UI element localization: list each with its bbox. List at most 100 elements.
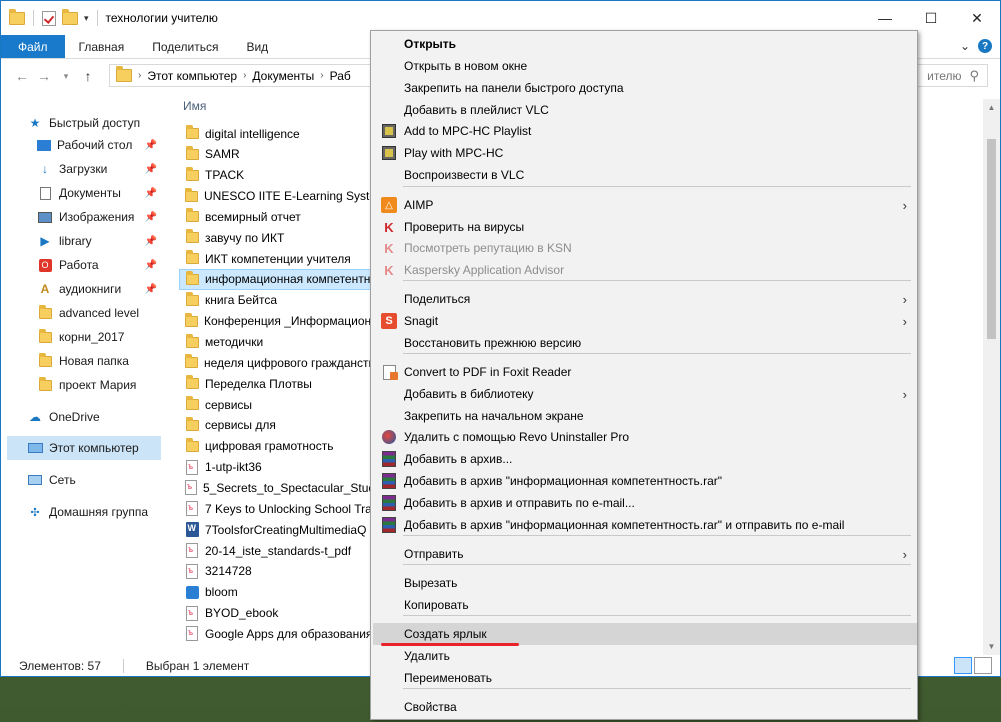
file-row[interactable]: методички <box>179 332 379 353</box>
breadcrumb-this-pc[interactable]: Этот компьютер <box>147 69 237 83</box>
up-icon[interactable]: ↑ <box>77 68 99 84</box>
file-row[interactable]: завучу по ИКТ <box>179 227 379 248</box>
file-row[interactable]: BYOD_ebook <box>179 603 379 624</box>
menu-item-11[interactable]: Поделиться › <box>373 288 917 310</box>
menu-item-5[interactable]: Play with MPC-HC <box>373 142 917 164</box>
breadcrumb-work[interactable]: Раб <box>330 69 351 83</box>
pin-icon[interactable]: 📌 <box>145 284 157 295</box>
expand-ribbon-icon[interactable]: ⌄ <box>960 39 970 53</box>
sidebar-item-downloads[interactable]: ↓ Загрузки 📌 <box>37 157 161 181</box>
sidebar-item-onedrive[interactable]: ☁ OneDrive <box>27 405 161 429</box>
sidebar-item-audiobooks[interactable]: A аудиокниги 📌 <box>37 277 161 301</box>
menu-item-19[interactable]: Добавить в архив "информационная компете… <box>373 470 917 492</box>
forward-icon[interactable]: → <box>33 68 55 84</box>
sidebar-item-pictures[interactable]: Изображения 📌 <box>37 205 161 229</box>
sidebar-item-work[interactable]: O Работа 📌 <box>37 253 161 277</box>
customize-toolbar-icon[interactable]: ▾ <box>84 13 89 24</box>
menu-item-6[interactable]: Воспроизвести в VLC <box>373 164 917 186</box>
sidebar-item-desktop[interactable]: Рабочий стол 📌 <box>37 133 161 157</box>
breadcrumb-documents[interactable]: Документы <box>252 69 314 83</box>
file-row[interactable]: Google Apps для образования <box>179 623 379 644</box>
tab-home[interactable]: Главная <box>65 35 139 58</box>
menu-item-16[interactable]: Закрепить на начальном экране <box>373 405 917 427</box>
file-row[interactable]: неделя цифрового гражданства <box>179 352 379 373</box>
sidebar-item-library[interactable]: ▶ library 📌 <box>37 229 161 253</box>
pin-icon[interactable]: 📌 <box>145 260 157 271</box>
file-row[interactable]: сервисы <box>179 394 379 415</box>
menu-item-26[interactable]: Удалить <box>373 645 917 667</box>
file-row[interactable]: 20-14_iste_standards-t_pdf <box>179 540 379 561</box>
column-header-name[interactable]: Имя <box>183 99 206 113</box>
file-row[interactable]: 7 Keys to Unlocking School Tran <box>179 498 379 519</box>
menu-item-4[interactable]: Add to MPC-HC Playlist <box>373 120 917 142</box>
close-button[interactable]: ✕ <box>954 1 1000 35</box>
chevron-right-icon[interactable]: › <box>138 70 141 81</box>
menu-item-12[interactable]: S Snagit › <box>373 310 917 332</box>
menu-item-0[interactable]: Открыть <box>373 33 917 55</box>
sidebar-item-advanced-level[interactable]: advanced level <box>37 301 161 325</box>
file-row[interactable]: сервисы для <box>179 415 379 436</box>
recent-locations-icon[interactable]: ▾ <box>55 71 77 82</box>
pin-icon[interactable]: 📌 <box>145 212 157 223</box>
menu-item-28[interactable]: Свойства <box>373 696 917 718</box>
menu-item-2[interactable]: Закрепить на панели быстрого доступа <box>373 77 917 99</box>
scrollbar-thumb[interactable] <box>987 139 996 339</box>
search-icon[interactable]: ⚲ <box>969 68 979 84</box>
chevron-right-icon[interactable]: › <box>243 70 246 81</box>
pin-icon[interactable]: 📌 <box>145 188 157 199</box>
menu-item-21[interactable]: Добавить в архив "информационная компете… <box>373 514 917 536</box>
file-row[interactable]: 5_Secrets_to_Spectacular_Stude <box>179 477 379 498</box>
pin-icon[interactable]: 📌 <box>145 164 157 175</box>
file-row[interactable]: bloom <box>179 582 379 603</box>
file-row[interactable]: информационная компетентность <box>179 268 379 290</box>
scroll-down-icon[interactable]: ▼ <box>983 638 1000 655</box>
file-row[interactable]: ИКТ компетенции учителя <box>179 248 379 269</box>
tab-share[interactable]: Поделиться <box>138 35 232 58</box>
sidebar-item-this-pc[interactable]: Этот компьютер <box>7 436 161 460</box>
sidebar-item-project-maria[interactable]: проект Мария <box>37 373 161 397</box>
help-icon[interactable]: ? <box>978 39 992 53</box>
menu-item-25[interactable]: Создать ярлык <box>373 623 917 645</box>
menu-item-15[interactable]: Добавить в библиотеку › <box>373 383 917 405</box>
menu-item-14[interactable]: Convert to PDF in Foxit Reader <box>373 361 917 383</box>
large-icons-view-button[interactable] <box>974 657 992 674</box>
file-row[interactable]: UNESCO IITE E-Learning System <box>179 186 379 207</box>
chevron-right-icon[interactable]: › <box>320 70 323 81</box>
scroll-up-icon[interactable]: ▲ <box>983 99 1000 116</box>
menu-item-23[interactable]: Вырезать <box>373 572 917 594</box>
file-row[interactable]: TPACK <box>179 165 379 186</box>
file-row[interactable]: всемирный отчет <box>179 206 379 227</box>
file-row[interactable]: SAMR <box>179 144 379 165</box>
menu-item-1[interactable]: Открыть в новом окне <box>373 55 917 77</box>
menu-item-7[interactable]: △ AIMP › <box>373 194 917 216</box>
file-row[interactable]: книга Бейтса <box>179 290 379 311</box>
new-folder-icon[interactable] <box>62 8 78 25</box>
menu-item-13[interactable]: Восстановить прежнюю версию <box>373 332 917 354</box>
pin-icon[interactable]: 📌 <box>145 236 157 247</box>
sidebar-item-documents[interactable]: Документы 📌 <box>37 181 161 205</box>
sidebar-item-homegroup[interactable]: ✣ Домашняя группа <box>27 500 161 524</box>
menu-item-3[interactable]: Добавить в плейлист VLC <box>373 99 917 121</box>
file-row[interactable]: цифровая грамотность <box>179 436 379 457</box>
file-row[interactable]: digital intelligence <box>179 123 379 144</box>
back-icon[interactable]: ← <box>11 68 33 84</box>
file-row[interactable]: Конференция _Информационное <box>179 311 379 332</box>
sidebar-item-network[interactable]: Сеть <box>27 468 161 492</box>
file-row[interactable]: 1-utp-ikt36 <box>179 457 379 478</box>
menu-item-27[interactable]: Переименовать <box>373 667 917 689</box>
menu-item-8[interactable]: K Проверить на вирусы <box>373 216 917 238</box>
menu-item-20[interactable]: Добавить в архив и отправить по e-mail..… <box>373 492 917 514</box>
details-view-button[interactable] <box>954 657 972 674</box>
sidebar-item-korni[interactable]: корни_2017 <box>37 325 161 349</box>
vertical-scrollbar[interactable]: ▲ ▼ <box>983 99 1000 655</box>
menu-item-18[interactable]: Добавить в архив... <box>373 448 917 470</box>
file-row[interactable]: Переделка Плотвы <box>179 373 379 394</box>
tab-file[interactable]: Файл <box>1 35 65 58</box>
tab-view[interactable]: Вид <box>232 35 282 58</box>
sidebar-item-new-folder[interactable]: Новая папка <box>37 349 161 373</box>
sidebar-item-quick-access[interactable]: ★ Быстрый доступ <box>27 111 187 135</box>
file-row[interactable]: 3214728 <box>179 561 379 582</box>
menu-item-22[interactable]: Отправить › <box>373 543 917 565</box>
pin-icon[interactable]: 📌 <box>145 140 157 151</box>
menu-item-17[interactable]: Удалить с помощью Revo Uninstaller Pro <box>373 426 917 448</box>
